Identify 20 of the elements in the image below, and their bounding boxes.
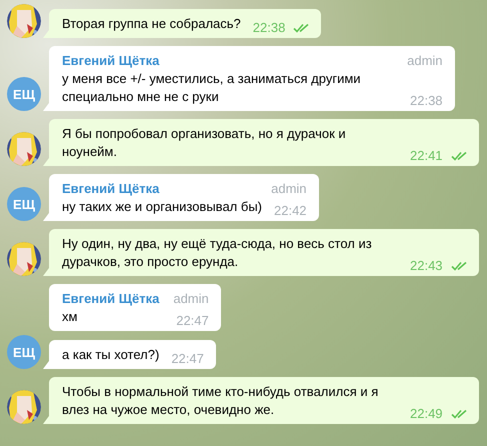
message-time: 22:43: [410, 257, 443, 275]
message-text: ну таких же и организовывал бы): [62, 198, 262, 216]
message-time: 22:42: [274, 202, 307, 220]
message-text: а как ты хотел?): [62, 346, 160, 364]
admin-label: admin: [271, 180, 307, 198]
admin-label: admin: [173, 290, 209, 308]
message-bubble[interactable]: Евгений Щётка admin хм 22:47: [49, 284, 221, 331]
message-time: 22:47: [171, 350, 204, 368]
message-text: Чтобы в нормальной тиме кто-нибудь отвалился и я влез на чужое место, очевидно же.: [62, 383, 380, 419]
message-text: хм: [62, 308, 78, 326]
admin-label: admin: [407, 52, 443, 70]
message-time: 22:47: [176, 312, 209, 330]
message-text: Ну один, ну два, ну ещё туда-сюда, но весь стол из дурачков, это просто ерунда.: [62, 235, 373, 271]
message-text: Я бы попробовал организовать, но я дурачок и ноунейм.: [62, 125, 347, 161]
message-time: 22:38: [252, 19, 286, 37]
message-time: 22:49: [410, 405, 443, 423]
message-time: 22:38: [410, 92, 443, 110]
message-text: у меня все +/- уместились, а заниматься другими специально мне не с руки: [62, 70, 362, 106]
message-time: 22:41: [410, 147, 443, 165]
message-text: Вторая группа не собралась?: [62, 15, 241, 33]
